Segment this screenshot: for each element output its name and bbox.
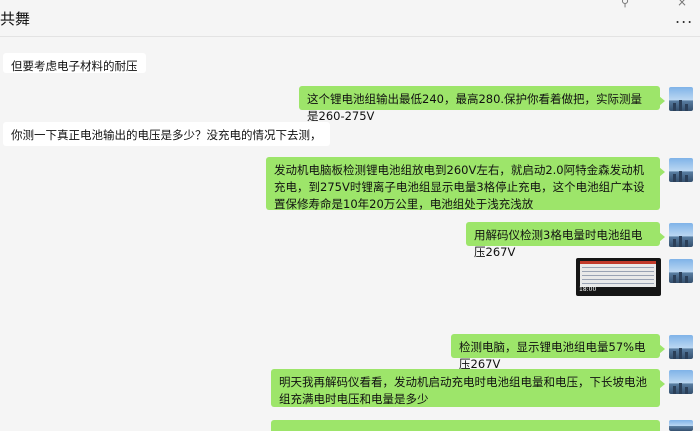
message-text: 检测电脑，显示锂电池组电量57%电压267V [459, 340, 646, 371]
message-bubble: 检测电脑，显示锂电池组电量57%电压267V [451, 334, 665, 371]
avatar[interactable] [669, 420, 693, 431]
more-options-icon[interactable]: ... [675, 8, 693, 27]
message-text: 发动机电脑板检测锂电池组放电到260V左右，就启动2.0阿特金森发动机充电，到2… [274, 163, 645, 211]
avatar[interactable] [669, 158, 693, 182]
avatar[interactable] [669, 259, 693, 283]
photo-time: 18:00 [579, 286, 597, 293]
pin-icon[interactable]: ⚲ [621, 0, 629, 9]
avatar[interactable] [669, 370, 693, 394]
message-bubble: 但要考虑电子材料的耐压 [3, 53, 146, 73]
message-bubble: 发动机电脑板检测锂电池组放电到260V左右，就启动2.0阿特金森发动机充电，到2… [266, 157, 665, 211]
message-bubble: 你测一下真正电池输出的电压是多少？没充电的情况下去测， [3, 122, 330, 146]
diagnostic-screen-photo[interactable]: 18:00 [576, 258, 661, 296]
avatar[interactable] [669, 223, 693, 247]
photo-row [582, 275, 654, 276]
message-text: 但要考虑电子材料的耐压 [11, 59, 138, 73]
photo-row [582, 271, 654, 272]
message-text: 这个锂电池组输出最低240，最高280.保护你看着做把，实际测量是260-275… [307, 92, 643, 123]
message-text: 你测一下真正电池输出的电压是多少？没充电的情况下去测， [11, 128, 322, 142]
photo-row [582, 279, 654, 280]
message-bubble: 这个锂电池组输出最低240，最高280.保护你看着做把，实际测量是260-275… [299, 86, 665, 123]
chat-title: 共舞 [0, 10, 31, 28]
photo-row [582, 267, 654, 268]
message-text: 用解码仪检测3格电量时电池组电压267V [474, 228, 643, 259]
message-bubble: 明天我再解码仪看看，发动机启动充电时电池组电量和电压，下长坡电池组充满电时电压和… [271, 369, 665, 407]
message-bubble-partial [271, 420, 660, 431]
message-bubble: 用解码仪检测3格电量时电池组电压267V [466, 222, 665, 259]
avatar[interactable] [669, 87, 693, 111]
avatar[interactable] [669, 335, 693, 359]
photo-row [582, 283, 654, 284]
chat-header: 共舞 ⚲ × ... [0, 0, 700, 37]
photo-header-bar [580, 261, 656, 264]
message-text: 明天我再解码仪看看，发动机启动充电时电池组电量和电压，下长坡电池组充满电时电压和… [279, 375, 647, 406]
